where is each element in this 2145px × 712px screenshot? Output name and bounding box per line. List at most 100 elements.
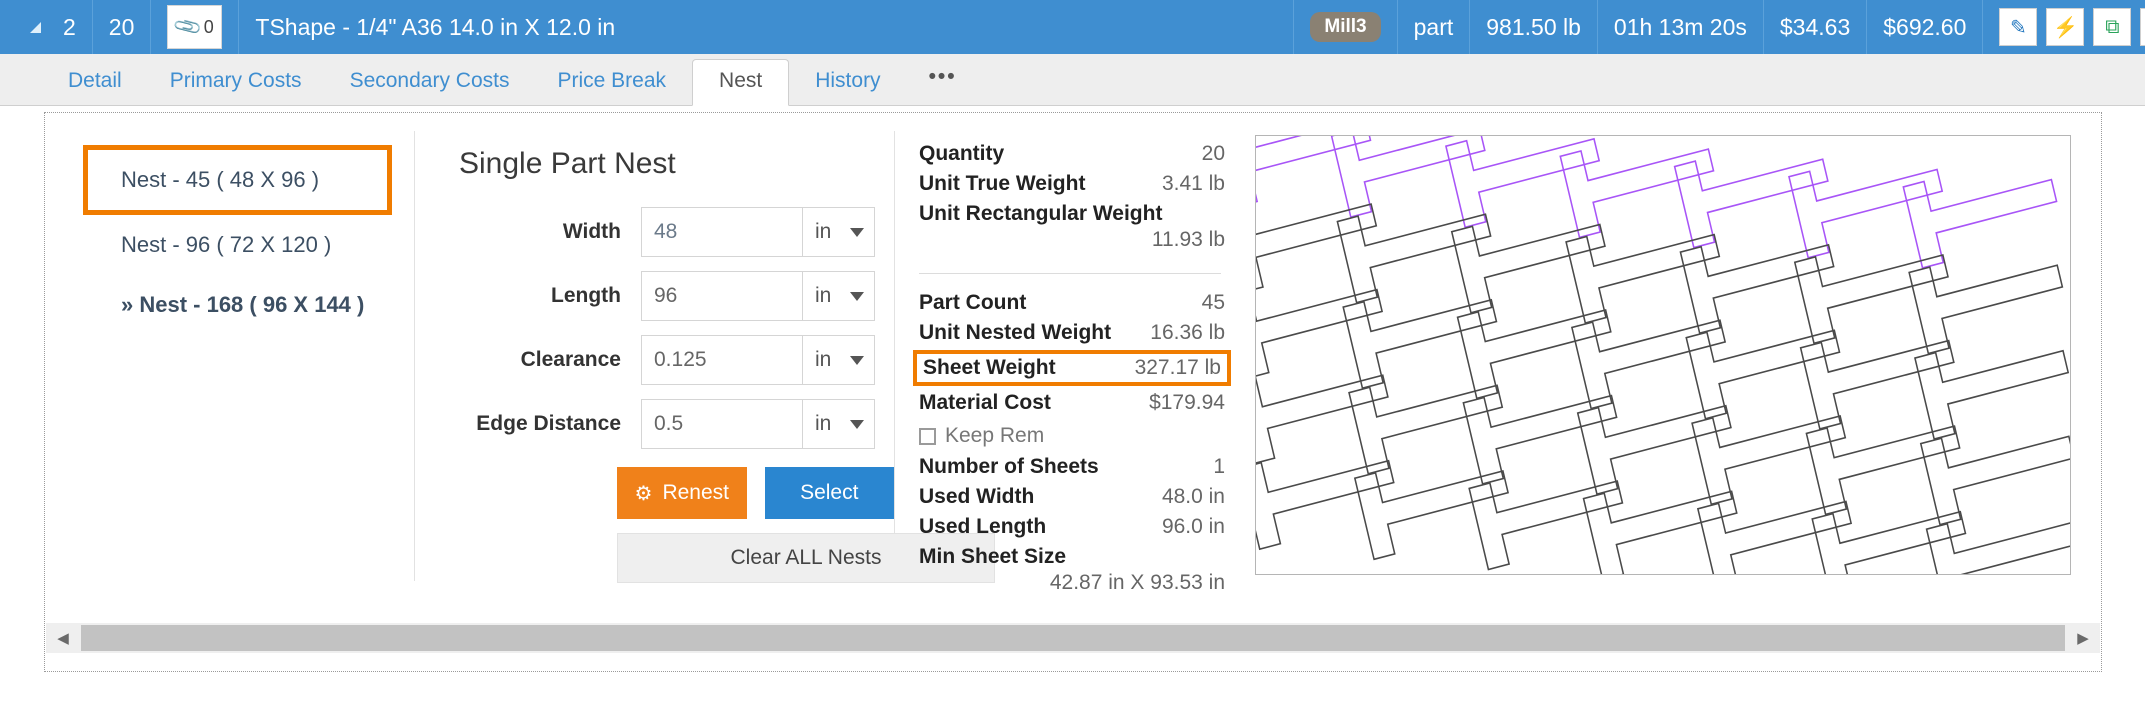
stat-unit-rectangular-weight: Unit Rectangular Weight 11.93 lb <box>919 199 1225 255</box>
keep-rem-checkbox[interactable] <box>919 428 936 445</box>
clearance-input[interactable]: 0.125 <box>641 335 803 385</box>
horizontal-scrollbar[interactable]: ◀ ▶ <box>46 623 2100 653</box>
stat-sheet-weight-label: Sheet Weight <box>923 356 1056 380</box>
header-description-cell: TShape - 1/4" A36 14.0 in X 12.0 in <box>239 0 1294 54</box>
header-total-cost: $692.60 <box>1883 14 1966 41</box>
edge-distance-unit-label: in <box>815 412 831 436</box>
stat-quantity-label: Quantity <box>919 142 1004 166</box>
header-weight: 981.50 lb <box>1486 14 1581 41</box>
copy-icon[interactable]: ⧉ <box>2093 8 2131 46</box>
renest-button[interactable]: ⚙ Renest <box>617 467 747 519</box>
nest-list: Nest - 45 ( 48 X 96 ) Nest - 96 ( 72 X 1… <box>45 131 415 581</box>
part-summary-header: 2 20 📎 0 TShape - 1/4" A36 14.0 in X 12.… <box>0 0 2145 54</box>
field-row-width: Width 48 in <box>459 207 894 257</box>
width-unit-select[interactable]: in <box>803 207 875 257</box>
stat-unit-rectangular-weight-value: 11.93 lb <box>919 228 1225 252</box>
page-title: Single Part Nest <box>459 147 894 181</box>
nest-panel: Nest - 45 ( 48 X 96 ) Nest - 96 ( 72 X 1… <box>44 112 2102 672</box>
edit-icon[interactable]: ✎ <box>1999 8 2037 46</box>
header-item-type: part <box>1414 14 1454 41</box>
stat-unit-true-weight-label: Unit True Weight <box>919 172 1085 196</box>
nest-list-item-96[interactable]: Nest - 96 ( 72 X 120 ) <box>83 215 414 275</box>
scroll-left-arrow-icon[interactable]: ◀ <box>46 623 80 653</box>
length-unit-label: in <box>815 284 831 308</box>
header-total-cost-cell: $692.60 <box>1867 0 1983 54</box>
field-row-clearance: Clearance 0.125 in <box>459 335 894 385</box>
stat-used-length-value: 96.0 in <box>1162 515 1225 539</box>
attachment-count: 0 <box>204 17 214 38</box>
width-input[interactable]: 48 <box>641 207 803 257</box>
delete-icon[interactable]: ✖ <box>2140 8 2145 46</box>
scroll-right-arrow-icon[interactable]: ▶ <box>2066 623 2100 653</box>
triangle-collapse-icon[interactable] <box>30 22 41 33</box>
tab-price-break[interactable]: Price Break <box>535 59 688 105</box>
header-cycle-time-cell: 01h 13m 20s <box>1598 0 1764 54</box>
stat-quantity: Quantity 20 <box>919 139 1225 169</box>
gears-icon: ⚙ <box>635 481 653 506</box>
keep-rem-row[interactable]: Keep Rem <box>919 418 1225 452</box>
nest-tab-screen: 2 20 📎 0 TShape - 1/4" A36 14.0 in X 12.… <box>0 0 2145 712</box>
tab-primary-costs[interactable]: Primary Costs <box>148 59 324 105</box>
length-input[interactable]: 96 <box>641 271 803 321</box>
select-button[interactable]: Select <box>765 467 895 519</box>
width-unit-label: in <box>815 220 831 244</box>
lightning-icon[interactable]: ⚡ <box>2046 8 2084 46</box>
header-actions: ✎ ⚡ ⧉ ✖ <box>1983 0 2145 54</box>
nest-list-item-45[interactable]: Nest - 45 ( 48 X 96 ) <box>83 145 392 215</box>
stat-used-width: Used Width 48.0 in <box>919 482 1225 512</box>
single-part-nest-form: Single Part Nest Width 48 in Length 96 i… <box>415 131 895 581</box>
stat-sheet-weight: Sheet Weight 327.17 lb <box>913 350 1231 386</box>
stat-unit-nested-weight-label: Unit Nested Weight <box>919 321 1111 345</box>
header-machine-cell: Mill3 <box>1294 0 1397 54</box>
clearance-unit-select[interactable]: in <box>803 335 875 385</box>
stat-min-sheet-size-label: Min Sheet Size <box>919 545 1066 568</box>
stat-used-width-label: Used Width <box>919 485 1034 509</box>
stat-material-cost-value: $179.94 <box>1149 391 1225 415</box>
nest-sheet-canvas[interactable] <box>1255 135 2071 575</box>
field-row-length: Length 96 in <box>459 271 894 321</box>
tab-history[interactable]: History <box>793 59 902 105</box>
header-description: TShape - 1/4" A36 14.0 in X 12.0 in <box>255 14 615 41</box>
edge-distance-input[interactable]: 0.5 <box>641 399 803 449</box>
stat-min-sheet-size-value: 42.87 in X 93.53 in <box>919 571 1225 595</box>
tab-detail[interactable]: Detail <box>46 59 144 105</box>
length-unit-select[interactable]: in <box>803 271 875 321</box>
stat-material-cost-label: Material Cost <box>919 391 1051 415</box>
attachment-button[interactable]: 📎 0 <box>167 5 222 49</box>
header-quantity-cell: 20 <box>93 0 152 54</box>
nest-preview <box>1225 131 2101 618</box>
header-attachment-cell[interactable]: 📎 0 <box>151 0 239 54</box>
stat-unit-nested-weight-value: 16.36 lb <box>1150 321 1225 345</box>
tab-overflow-menu[interactable]: ••• <box>907 55 979 105</box>
nest-layout-drawing <box>1256 136 2070 574</box>
scrollbar-thumb[interactable] <box>81 625 2065 651</box>
header-weight-cell: 981.50 lb <box>1470 0 1598 54</box>
chevron-down-icon <box>850 228 864 237</box>
stat-unit-true-weight: Unit True Weight 3.41 lb <box>919 169 1225 199</box>
field-row-edge-distance: Edge Distance 0.5 in <box>459 399 894 449</box>
edge-distance-unit-select[interactable]: in <box>803 399 875 449</box>
width-label: Width <box>459 220 641 244</box>
tab-bar: Detail Primary Costs Secondary Costs Pri… <box>0 54 2145 106</box>
length-label: Length <box>459 284 641 308</box>
stat-unit-nested-weight: Unit Nested Weight 16.36 lb <box>919 318 1225 348</box>
clearance-label: Clearance <box>459 348 641 372</box>
stat-sheet-weight-value: 327.17 lb <box>1135 356 1221 380</box>
tab-nest[interactable]: Nest <box>692 59 789 106</box>
chevron-down-icon <box>850 356 864 365</box>
stat-part-count-label: Part Count <box>919 291 1026 315</box>
form-buttons: ⚙ Renest Select <box>617 467 894 519</box>
stat-used-width-value: 48.0 in <box>1162 485 1225 509</box>
clearance-unit-label: in <box>815 348 831 372</box>
tab-secondary-costs[interactable]: Secondary Costs <box>328 59 532 105</box>
nest-list-item-168[interactable]: » Nest - 168 ( 96 X 144 ) <box>83 275 414 335</box>
keep-rem-label: Keep Rem <box>945 424 1044 448</box>
header-cycle-time: 01h 13m 20s <box>1614 14 1747 41</box>
chevron-down-icon <box>850 292 864 301</box>
stat-number-of-sheets-label: Number of Sheets <box>919 455 1099 479</box>
stat-part-count: Part Count 45 <box>919 288 1225 318</box>
edge-distance-label: Edge Distance <box>459 412 641 436</box>
header-unit-cost: $34.63 <box>1780 14 1850 41</box>
stat-part-count-value: 45 <box>1202 291 1225 315</box>
header-row-number-cell[interactable]: 2 <box>0 0 93 54</box>
